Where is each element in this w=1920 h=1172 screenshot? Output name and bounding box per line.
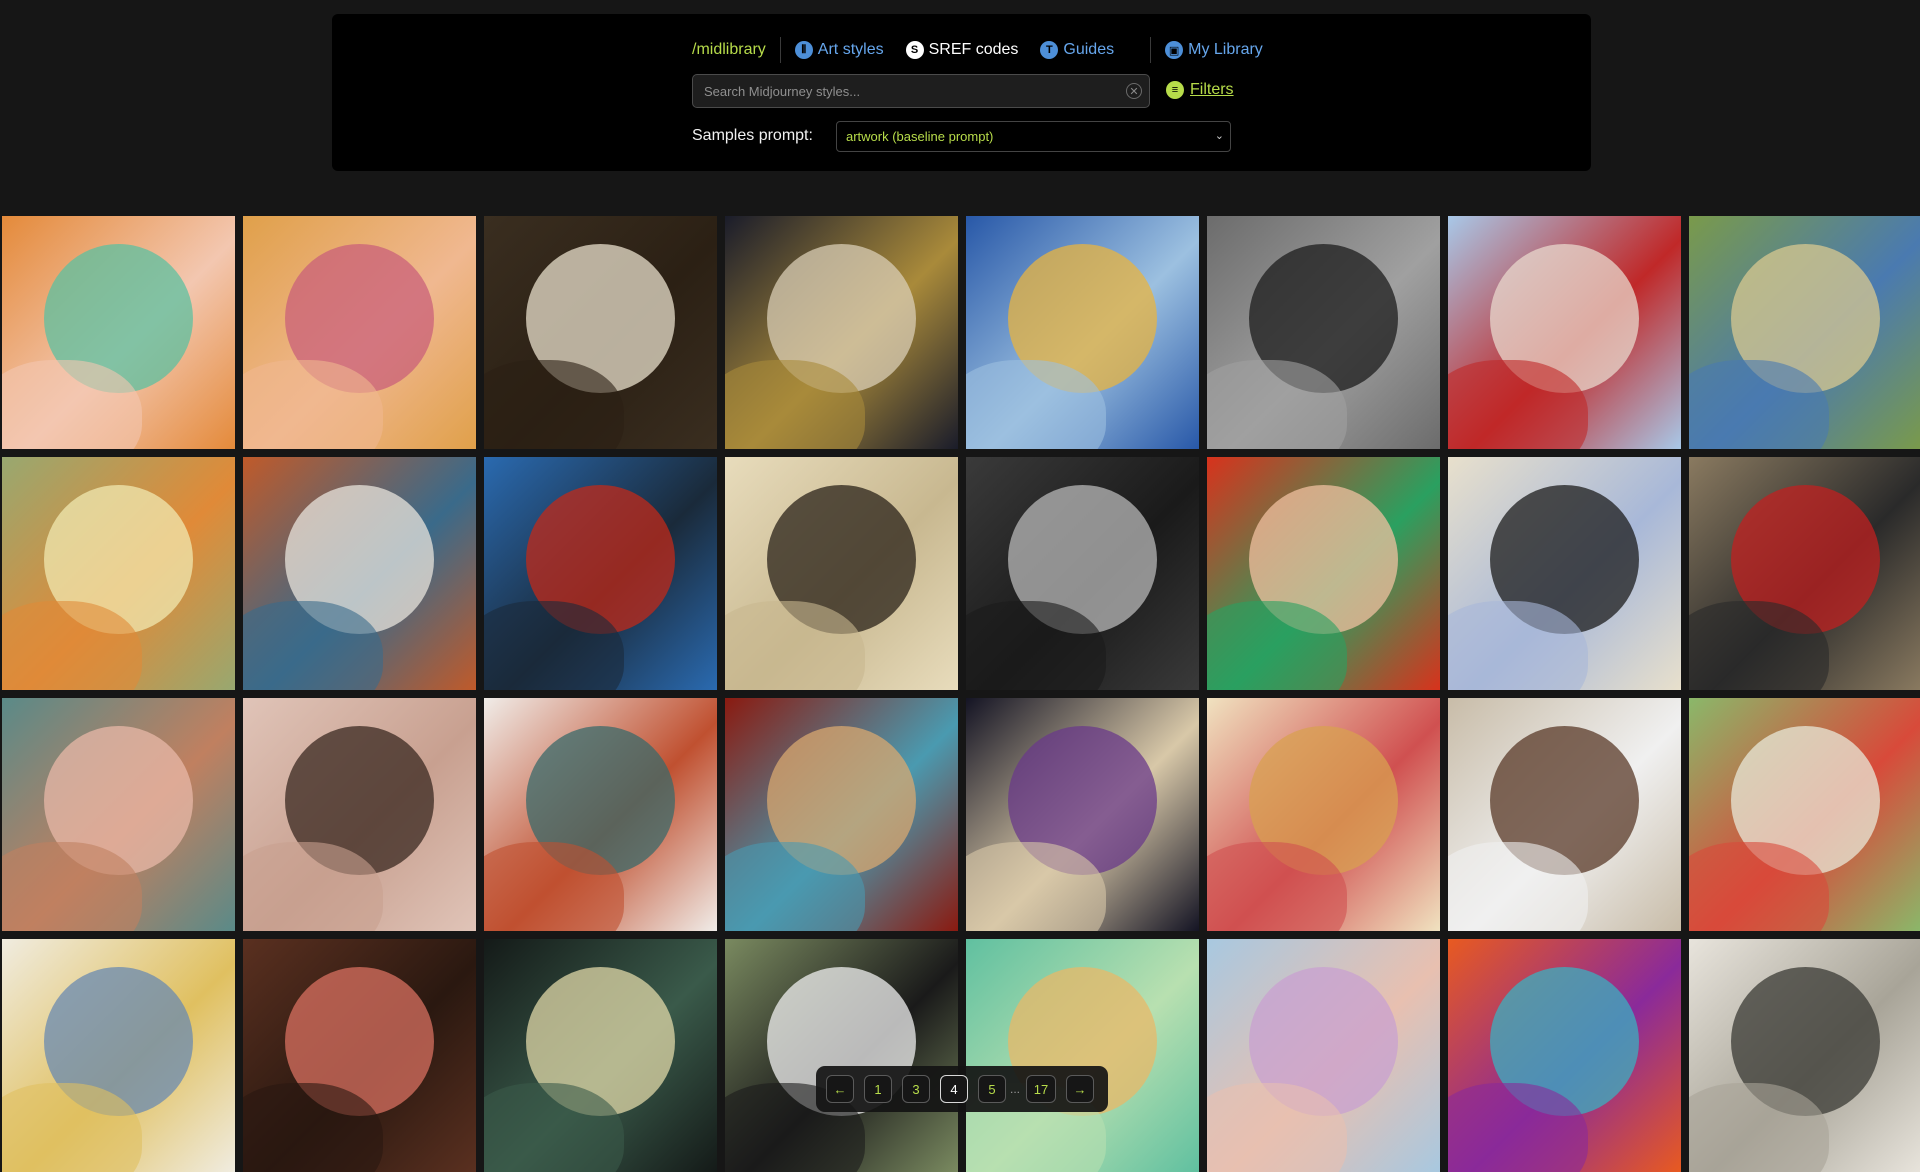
samples-prompt-value: artwork (baseline prompt) xyxy=(846,129,994,144)
pagination-ellipsis: ... xyxy=(1010,1082,1021,1096)
last-page-button[interactable]: 17 xyxy=(1026,1075,1057,1103)
style-thumbnail[interactable] xyxy=(966,698,1199,931)
nav-my-library-label: My Library xyxy=(1188,41,1263,58)
main-nav: /midlibrary ⦀ Art styles S SREF codes T … xyxy=(692,37,1263,63)
current-page-button[interactable]: 4 xyxy=(940,1075,968,1103)
style-thumbnail[interactable] xyxy=(1207,457,1440,690)
nav-art-styles[interactable]: ⦀ Art styles xyxy=(794,41,884,59)
library-icon: ▣ xyxy=(1165,41,1184,59)
filters-button[interactable]: ≡ Filters xyxy=(1166,81,1234,99)
style-thumbnail[interactable] xyxy=(243,216,476,449)
search-box: ✕ xyxy=(692,74,1150,108)
style-thumbnail[interactable] xyxy=(484,457,717,690)
style-thumbnail[interactable] xyxy=(484,939,717,1172)
pagination: ← 1 3 4 5 ... 17 → xyxy=(816,1066,1108,1112)
search-input[interactable] xyxy=(693,75,1149,107)
samples-prompt-label: Samples prompt: xyxy=(692,127,813,144)
next-page-button[interactable]: → xyxy=(1066,1075,1095,1103)
brand-link[interactable]: /midlibrary xyxy=(692,41,766,59)
style-thumbnail[interactable] xyxy=(1448,457,1681,690)
filters-icon: ≡ xyxy=(1166,81,1184,99)
filters-label: Filters xyxy=(1190,81,1234,98)
style-thumbnail[interactable] xyxy=(1207,698,1440,931)
guides-icon: T xyxy=(1040,41,1059,59)
style-thumbnail[interactable] xyxy=(2,216,235,449)
style-thumbnail[interactable] xyxy=(1207,216,1440,449)
nav-sref-codes[interactable]: S SREF codes xyxy=(905,41,1019,59)
style-thumbnail[interactable] xyxy=(1689,939,1920,1172)
page-button[interactable]: 5 xyxy=(978,1075,1006,1103)
style-thumbnail[interactable] xyxy=(1448,216,1681,449)
art-styles-icon: ⦀ xyxy=(794,41,813,59)
nav-guides-label: Guides xyxy=(1063,41,1115,58)
style-thumbnail[interactable] xyxy=(966,216,1199,449)
style-thumbnail[interactable] xyxy=(243,939,476,1172)
style-thumbnail[interactable] xyxy=(725,939,958,1172)
page-button[interactable]: 3 xyxy=(902,1075,930,1103)
style-thumbnail[interactable] xyxy=(1207,939,1440,1172)
samples-prompt-select[interactable]: artwork (baseline prompt) ⌄ xyxy=(836,121,1231,152)
sref-icon: S xyxy=(905,41,924,59)
style-thumbnail[interactable] xyxy=(484,216,717,449)
style-thumbnail[interactable] xyxy=(1448,698,1681,931)
nav-guides[interactable]: T Guides xyxy=(1040,41,1114,59)
style-thumbnail[interactable] xyxy=(1689,457,1920,690)
style-grid xyxy=(2,216,1920,1172)
style-thumbnail[interactable] xyxy=(243,457,476,690)
nav-divider xyxy=(1150,37,1152,63)
style-thumbnail[interactable] xyxy=(2,457,235,690)
chevron-down-icon: ⌄ xyxy=(1214,130,1224,142)
style-thumbnail[interactable] xyxy=(1448,939,1681,1172)
nav-divider xyxy=(779,37,781,63)
page-button[interactable]: 1 xyxy=(864,1075,892,1103)
nav-art-styles-label: Art styles xyxy=(817,41,884,58)
prev-page-button[interactable]: ← xyxy=(826,1075,854,1103)
style-thumbnail[interactable] xyxy=(966,457,1199,690)
style-thumbnail[interactable] xyxy=(966,939,1199,1172)
clear-search-icon[interactable]: ✕ xyxy=(1126,83,1142,99)
style-thumbnail[interactable] xyxy=(2,939,235,1172)
style-thumbnail[interactable] xyxy=(725,216,958,449)
style-thumbnail[interactable] xyxy=(484,698,717,931)
style-thumbnail[interactable] xyxy=(725,457,958,690)
style-thumbnail[interactable] xyxy=(2,698,235,931)
style-thumbnail[interactable] xyxy=(243,698,476,931)
style-thumbnail[interactable] xyxy=(1689,216,1920,449)
style-thumbnail[interactable] xyxy=(725,698,958,931)
nav-sref-codes-label: SREF codes xyxy=(928,41,1019,58)
style-thumbnail[interactable] xyxy=(1689,698,1920,931)
nav-my-library[interactable]: ▣ My Library xyxy=(1165,41,1263,59)
